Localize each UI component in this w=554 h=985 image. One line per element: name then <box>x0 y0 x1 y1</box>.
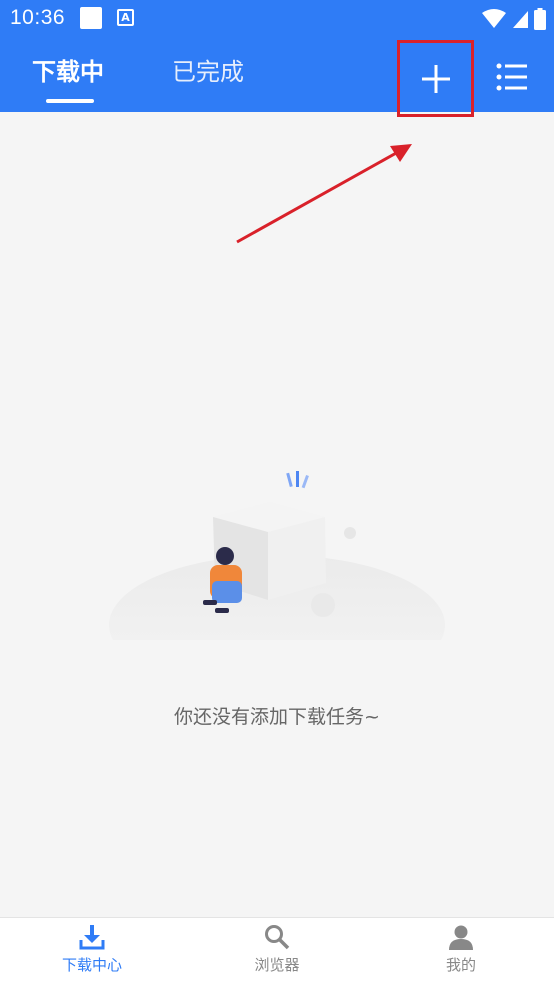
annotation-arrow <box>236 144 412 244</box>
app-header: 10:36 A 下载中 已完成 <box>0 0 554 117</box>
nav-browser[interactable]: 浏览器 <box>222 924 332 975</box>
search-icon <box>265 925 290 950</box>
plus-icon <box>421 64 450 93</box>
list-icon <box>496 63 527 91</box>
app-notification-icon: A <box>117 9 134 26</box>
status-icons <box>482 5 546 33</box>
person-icon <box>449 925 473 950</box>
nav-download-center[interactable]: 下载中心 <box>37 924 147 975</box>
download-icon <box>79 925 105 950</box>
notification-icon <box>80 7 102 29</box>
bottom-nav: 下载中心 浏览器 我的 <box>0 917 554 985</box>
nav-mine[interactable]: 我的 <box>406 924 516 975</box>
nav-mine-label: 我的 <box>445 956 476 974</box>
tab-downloading[interactable]: 下载中 <box>32 52 104 87</box>
list-menu-button[interactable] <box>492 58 530 96</box>
signal-icon <box>513 11 528 28</box>
wifi-icon <box>482 9 506 28</box>
nav-download-label: 下载中心 <box>61 956 122 974</box>
empty-message: 你还没有添加下载任务~ <box>174 706 380 728</box>
battery-icon <box>534 8 546 30</box>
empty-box-illustration <box>109 471 445 640</box>
status-bar: 10:36 A <box>0 0 554 38</box>
tab-completed[interactable]: 已完成 <box>172 52 244 87</box>
active-tab-indicator <box>46 99 94 103</box>
add-task-button[interactable] <box>397 40 474 117</box>
status-time: 10:36 <box>10 6 66 29</box>
nav-browser-label: 浏览器 <box>254 956 300 974</box>
